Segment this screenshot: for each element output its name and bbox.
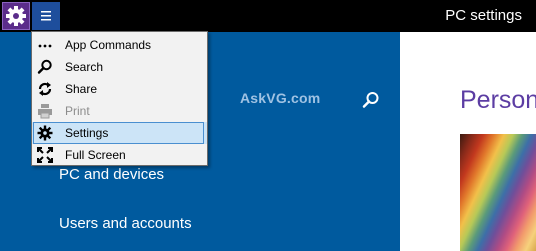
hamburger-icon (41, 11, 51, 21)
menu-item-label: Search (65, 60, 104, 74)
window-title: PC settings (445, 7, 522, 24)
app-commands-menu: App Commands Search Share Print Settings… (31, 31, 208, 166)
menu-item-label: Full Screen (65, 148, 126, 162)
title-bar: PC settings (0, 0, 536, 32)
gear-icon (37, 125, 53, 141)
search-icon[interactable] (362, 91, 380, 109)
fullscreen-icon (37, 147, 53, 163)
menu-item-label: App Commands (65, 38, 152, 52)
menu-item-share[interactable]: Share (32, 78, 207, 100)
ellipsis-icon (38, 44, 52, 48)
share-icon (38, 82, 52, 96)
app-gear-icon[interactable] (2, 2, 30, 30)
app-commands-menu-button[interactable] (32, 2, 60, 30)
nav-item-users-and-accounts[interactable]: Users and accounts (59, 215, 192, 232)
menu-item-label: Share (65, 82, 98, 96)
menu-item-full-screen[interactable]: Full Screen (32, 144, 207, 166)
nav-item-pc-and-devices[interactable]: PC and devices (59, 166, 164, 183)
watermark-text: AskVG.com (240, 90, 321, 106)
menu-item-print: Print (32, 100, 207, 122)
content-heading: Person (460, 86, 536, 114)
search-icon (37, 59, 52, 74)
menu-item-label: Print (65, 104, 90, 118)
print-icon (38, 104, 52, 119)
menu-item-settings[interactable]: Settings (32, 122, 207, 144)
menu-item-label: Settings (65, 126, 109, 140)
lock-screen-preview-image[interactable] (460, 134, 536, 251)
menu-item-search[interactable]: Search (32, 56, 207, 78)
menu-item-app-commands[interactable]: App Commands (32, 34, 207, 56)
